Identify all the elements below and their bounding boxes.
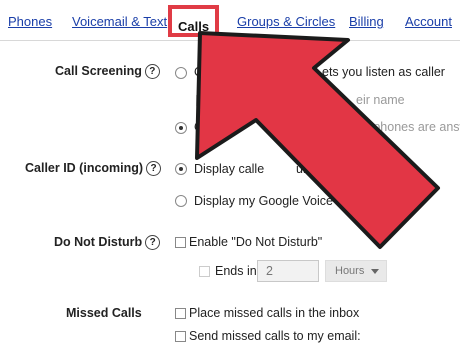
chevron-down-icon <box>371 269 379 274</box>
missed-calls-email-label: Send missed calls to my email: <box>189 329 361 343</box>
ends-in-checkbox[interactable] <box>199 266 210 277</box>
announce-name-label: Ask <box>212 93 233 107</box>
caller-id-display-caller-label: Display calle <box>194 162 265 176</box>
caller-id-display-caller-label-tail: umber <box>296 162 332 176</box>
call-screening-label: Call Screening? <box>55 64 160 80</box>
settings-tabs: Phones Voicemail & Text Calls Groups & C… <box>0 0 460 41</box>
caller-id-display-gv-radio[interactable] <box>175 195 187 207</box>
announce-name-label-tail: eir name <box>356 93 405 107</box>
tab-phones[interactable]: Phones <box>8 14 52 29</box>
call-screening-on-radio[interactable] <box>175 67 187 79</box>
do-not-disturb-text: Do Not Disturb <box>54 235 143 249</box>
ends-in-input[interactable]: 2 <box>257 260 319 282</box>
missed-calls-inbox-checkbox[interactable] <box>175 308 186 319</box>
question-circle-icon[interactable]: ? <box>146 161 162 177</box>
tab-voicemail-text[interactable]: Voicemail & Text <box>72 14 167 29</box>
do-not-disturb-checkbox[interactable] <box>175 237 186 248</box>
ends-in-label: Ends in <box>215 264 257 278</box>
tab-calls[interactable]: Calls <box>168 5 220 37</box>
caller-id-display-gv-label: Display my Google Voice number <box>194 194 379 208</box>
tab-groups-circles[interactable]: Groups & Circles <box>237 14 335 29</box>
announce-name-checkbox[interactable] <box>196 95 207 106</box>
wikihow-watermark: wikiHow <box>387 323 454 341</box>
ends-in-unit-value: Hours <box>335 265 365 277</box>
caller-id-text: Caller ID (incoming) <box>25 161 144 175</box>
missed-calls-label: Missed Calls <box>66 306 142 320</box>
tab-account[interactable]: Account <box>405 14 452 29</box>
do-not-disturb-enable-label: Enable "Do Not Disturb" <box>189 235 323 249</box>
missed-calls-email-checkbox[interactable] <box>175 331 186 342</box>
missed-calls-inbox-label: Place missed calls in the inbox <box>189 306 360 320</box>
call-screening-off-description: Dire <box>221 120 244 134</box>
call-screening-text: Call Screening <box>55 64 142 78</box>
caller-id-label: Caller ID (incoming)? <box>25 161 162 177</box>
ends-in-unit-select[interactable]: Hours <box>325 260 387 282</box>
tab-billing[interactable]: Billing <box>349 14 384 29</box>
call-screening-off-radio[interactable] <box>175 122 187 134</box>
question-circle-icon[interactable]: ? <box>145 235 161 251</box>
call-screening-on-label: On <box>194 65 211 79</box>
caller-id-display-caller-radio[interactable] <box>175 163 187 175</box>
do-not-disturb-label: Do Not Disturb? <box>54 235 161 251</box>
watermark-how: How <box>416 323 454 341</box>
watermark-wiki: wiki <box>386 323 417 341</box>
call-screening-off-description-tail: when phones are answ <box>340 120 460 134</box>
call-screening-on-description: ets you listen as caller <box>322 65 445 79</box>
question-circle-icon[interactable]: ? <box>144 64 160 80</box>
call-screening-off-label: Off <box>194 120 211 134</box>
